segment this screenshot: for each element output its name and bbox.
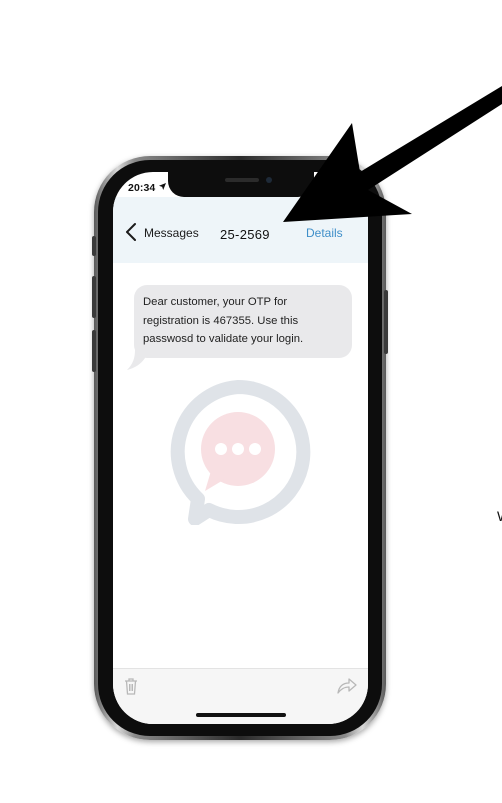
home-indicator: [196, 713, 286, 717]
phone-side-button: [92, 330, 96, 372]
trash-icon[interactable]: [123, 677, 139, 695]
conversation-title: 25-2569: [220, 227, 270, 242]
phone-side-button: [92, 236, 96, 256]
front-camera: [266, 177, 272, 183]
back-chevron-icon[interactable]: [125, 222, 137, 242]
message-bubble[interactable]: Dear customer, your OTP for registration…: [134, 285, 352, 358]
location-arrow-icon: [159, 183, 166, 192]
speaker-grille: [225, 178, 259, 182]
status-time: 20:34: [128, 182, 156, 194]
details-button[interactable]: Details: [306, 226, 343, 240]
phone-screen: 20:34 Messages 25-2569 Details Dear cust…: [113, 172, 368, 724]
share-icon[interactable]: [337, 677, 357, 695]
message-text: Dear customer, your OTP for registration…: [143, 296, 304, 345]
phone-side-button: [384, 290, 388, 354]
chat-bubble-icon: [170, 379, 311, 525]
stage: 20:34 Messages 25-2569 Details Dear cust…: [0, 0, 502, 803]
back-button[interactable]: Messages: [144, 226, 199, 240]
phone-side-button: [92, 276, 96, 318]
edge-glyph: W: [497, 508, 502, 524]
phone-notch: [168, 172, 314, 197]
